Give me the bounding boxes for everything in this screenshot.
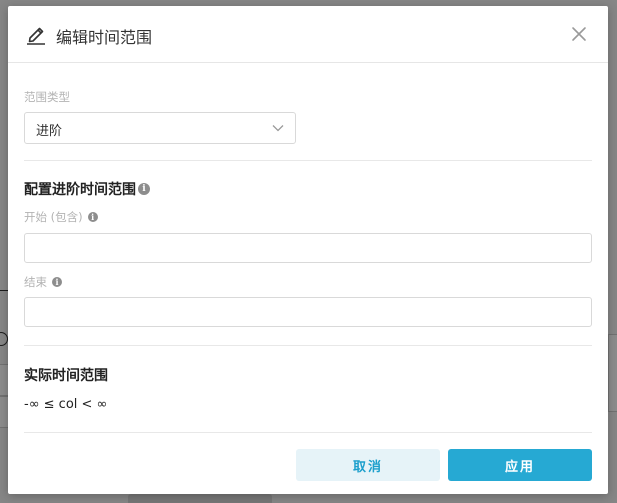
info-icon[interactable]: i bbox=[52, 277, 62, 287]
edit-time-range-dialog: 编辑时间范围 范围类型 进阶 配置进阶时间范围 i 开始 (包含) i 结束 i… bbox=[8, 6, 608, 494]
dialog-header: 编辑时间范围 bbox=[8, 6, 608, 63]
apply-button[interactable]: 应用 bbox=[448, 449, 592, 481]
range-type-label-text: 范围类型 bbox=[24, 90, 70, 104]
divider bbox=[24, 160, 592, 161]
chevron-down-icon bbox=[272, 125, 284, 132]
divider bbox=[24, 432, 592, 433]
advanced-section-title-text: 配置进阶时间范围 bbox=[24, 182, 136, 198]
pencil-icon bbox=[27, 27, 45, 45]
range-type-value: 进阶 bbox=[36, 124, 63, 139]
clock-icon bbox=[0, 332, 8, 346]
dialog-title: 编辑时间范围 bbox=[56, 28, 153, 47]
start-label: 开始 (包含) i bbox=[24, 209, 98, 225]
advanced-section-title: 配置进阶时间范围 i bbox=[24, 179, 150, 199]
end-label: 结束 i bbox=[24, 274, 62, 290]
actual-range-title-text: 实际时间范围 bbox=[24, 368, 108, 384]
close-icon[interactable] bbox=[570, 25, 588, 43]
range-type-label: 范围类型 bbox=[24, 89, 70, 105]
actual-range-title: 实际时间范围 bbox=[24, 365, 108, 385]
cancel-button[interactable]: 取消 bbox=[296, 449, 440, 481]
divider bbox=[24, 345, 592, 346]
start-input[interactable] bbox=[24, 233, 592, 263]
start-label-text: 开始 (包含) bbox=[24, 210, 83, 224]
range-type-select[interactable]: 进阶 bbox=[24, 112, 296, 144]
end-label-text: 结束 bbox=[24, 275, 47, 289]
info-icon[interactable]: i bbox=[138, 183, 150, 195]
actual-range-value: -∞ ≤ col < ∞ bbox=[24, 397, 108, 412]
end-input[interactable] bbox=[24, 297, 592, 327]
info-icon[interactable]: i bbox=[87, 212, 98, 222]
